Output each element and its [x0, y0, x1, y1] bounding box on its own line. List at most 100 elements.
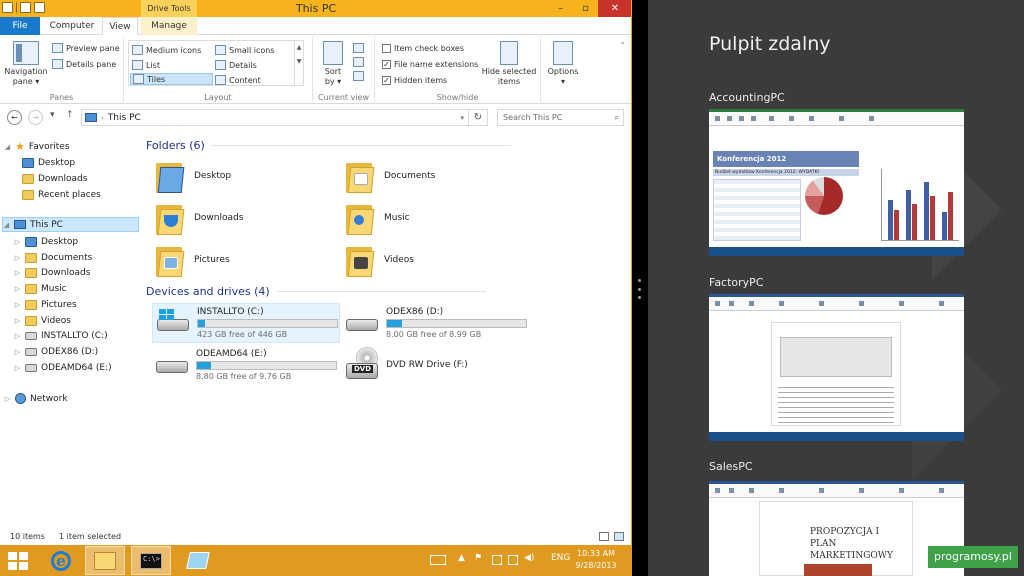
address-field[interactable]: › This PC ▾: [81, 109, 469, 126]
file-name-extensions-toggle[interactable]: ✓ File name extensions: [382, 58, 478, 70]
tab-computer[interactable]: Computer: [44, 17, 100, 35]
folder-tile-downloads[interactable]: Downloads: [156, 199, 243, 237]
collapse-arrow-icon[interactable]: ▷: [4, 395, 11, 403]
layout-tiles[interactable]: Tiles: [130, 73, 213, 85]
close-button[interactable]: ✕: [598, 0, 631, 17]
tree-drive-e[interactable]: ▷ ODEAMD64 (E:): [14, 360, 112, 375]
minimize-button[interactable]: –: [548, 0, 573, 17]
drive-tile-d[interactable]: ODEX86 (D:) 8.00 GB free of 8.99 GB: [342, 303, 530, 343]
file-name-extensions-checkbox[interactable]: ✓: [382, 59, 391, 69]
forward-button[interactable]: →: [28, 110, 43, 125]
tab-file[interactable]: File: [0, 17, 40, 35]
item-check-boxes-checkbox[interactable]: [382, 43, 391, 53]
collapse-arrow-icon[interactable]: ▷: [14, 238, 21, 246]
folder-tile-documents[interactable]: Documents: [346, 157, 435, 195]
collapse-arrow-icon[interactable]: ▷: [14, 348, 21, 356]
tree-favorites-recent-places[interactable]: Recent places: [22, 187, 101, 202]
remote-pc-thumbnail-accounting[interactable]: Konferencja 2012 Budżet wydatków Konfere…: [709, 109, 964, 256]
details-pane-button[interactable]: Details pane: [52, 58, 116, 70]
taskbar-command-prompt[interactable]: C:\>: [131, 546, 171, 575]
preview-pane-button[interactable]: Preview pane: [52, 42, 120, 54]
tree-this-pc-videos[interactable]: ▷ Videos: [14, 313, 71, 328]
collapse-arrow-icon[interactable]: ▷: [14, 285, 21, 293]
size-columns-icon[interactable]: [353, 71, 364, 81]
expand-arrow-icon[interactable]: ◢: [3, 221, 10, 229]
start-button[interactable]: [8, 552, 28, 570]
drive-tile-c[interactable]: INSTALLTO (C:) 423 GB free of 446 GB: [152, 303, 340, 343]
drive-tile-f[interactable]: DVD DVD RW Drive (F:): [342, 345, 530, 385]
clock[interactable]: 10:33 AM 9/28/2013: [566, 548, 626, 572]
ribbon-collapse-icon[interactable]: ⌃: [619, 41, 626, 50]
tree-favorites-desktop[interactable]: Desktop: [22, 155, 75, 170]
network-tray-icon[interactable]: [508, 555, 518, 565]
tree-drive-c[interactable]: ▷ INSTALLTO (C:): [14, 328, 108, 343]
search-input[interactable]: Search This PC ⌕: [497, 109, 624, 126]
tree-this-pc-documents[interactable]: ▷ Documents: [14, 250, 92, 265]
folder-tile-desktop[interactable]: Desktop: [156, 157, 231, 195]
back-button[interactable]: ←: [7, 110, 22, 125]
expand-arrow-icon[interactable]: ◢: [4, 143, 11, 151]
splitter-grip-icon[interactable]: [637, 279, 642, 299]
devices-group-header[interactable]: Devices and drives (4): [146, 285, 486, 298]
layout-content[interactable]: Content: [215, 74, 261, 86]
remote-pc-label-accounting[interactable]: AccountingPC: [709, 91, 785, 104]
refresh-button[interactable]: ↻: [469, 109, 488, 126]
action-center-flag-icon[interactable]: ⚑: [474, 553, 482, 563]
collapse-arrow-icon[interactable]: ▷: [14, 364, 21, 372]
tree-network[interactable]: ▷ Network: [4, 391, 68, 406]
up-arrow-icon[interactable]: ↑: [66, 110, 74, 120]
layout-details[interactable]: Details: [215, 59, 257, 71]
folders-group-header[interactable]: Folders (6): [146, 139, 511, 152]
tree-this-pc-pictures[interactable]: ▷ Pictures: [14, 297, 77, 312]
hidden-items-toggle[interactable]: ✓ Hidden items: [382, 74, 447, 86]
layout-gallery-scroll[interactable]: ▲ ▼: [294, 41, 303, 85]
options-button[interactable]: Options ▾: [545, 41, 581, 87]
layout-list[interactable]: List: [132, 59, 160, 71]
taskbar-remote-desktop[interactable]: [178, 546, 218, 575]
add-columns-icon[interactable]: [353, 57, 364, 67]
remote-pc-label-sales[interactable]: SalesPC: [709, 460, 753, 473]
folder-tile-music[interactable]: Music: [346, 199, 410, 237]
layout-small-icons[interactable]: Small icons: [215, 44, 275, 56]
tree-this-pc-music[interactable]: ▷ Music: [14, 281, 67, 296]
keyboard-icon[interactable]: [430, 555, 446, 565]
tab-manage[interactable]: Manage: [141, 17, 197, 35]
layout-medium-icons[interactable]: Medium icons: [132, 44, 201, 56]
sort-by-button[interactable]: Sort by ▾: [319, 41, 347, 87]
power-icon[interactable]: [492, 555, 502, 565]
breadcrumb[interactable]: This PC: [108, 113, 141, 123]
taskbar-file-explorer[interactable]: [85, 546, 125, 575]
recent-locations-chevron-icon[interactable]: ▾: [50, 110, 55, 120]
remote-pc-thumbnail-factory[interactable]: [709, 294, 964, 441]
hide-selected-items-button[interactable]: Hide selected items: [481, 41, 537, 87]
collapse-arrow-icon[interactable]: ▷: [14, 332, 21, 340]
collapse-arrow-icon[interactable]: ▷: [14, 254, 21, 262]
navigation-pane-button[interactable]: Navigation pane ▾: [3, 41, 49, 87]
folder-tile-pictures[interactable]: Pictures: [156, 241, 230, 279]
tab-view[interactable]: View: [102, 17, 138, 36]
tree-this-pc[interactable]: ◢ This PC: [2, 217, 139, 232]
maximize-button[interactable]: ▫: [573, 0, 598, 17]
taskbar-internet-explorer[interactable]: e: [41, 546, 81, 575]
tree-drive-d[interactable]: ▷ ODEX86 (D:): [14, 344, 98, 359]
collapse-arrow-icon[interactable]: ▷: [14, 269, 21, 277]
item-check-boxes-toggle[interactable]: Item check boxes: [382, 42, 464, 54]
drive-tile-e[interactable]: ODEAMD64 (E:) 8.80 GB free of 9.76 GB: [152, 345, 340, 385]
breadcrumb-chevron-icon[interactable]: ›: [101, 114, 104, 122]
address-dropdown-icon[interactable]: ▾: [460, 114, 464, 122]
folder-tile-videos[interactable]: Videos: [346, 241, 414, 279]
collapse-arrow-icon[interactable]: ▷: [14, 317, 21, 325]
tree-this-pc-desktop[interactable]: ▷ Desktop: [14, 234, 78, 249]
hidden-items-checkbox[interactable]: ✓: [382, 75, 391, 85]
tree-favorites-downloads[interactable]: Downloads: [22, 171, 87, 186]
tree-favorites[interactable]: ◢ ★ Favorites: [4, 139, 70, 154]
remote-pc-label-factory[interactable]: FactoryPC: [709, 276, 764, 289]
volume-icon[interactable]: ◀): [524, 553, 534, 563]
remote-pc-thumbnail-sales[interactable]: PROPOZYCJA I PLAN MARKETINGOWY: [709, 481, 964, 576]
large-icons-view-icon[interactable]: [614, 532, 624, 541]
title-bar[interactable]: Drive Tools This PC – ▫ ✕: [0, 0, 631, 17]
group-by-icon[interactable]: [353, 43, 364, 53]
tray-show-hidden-icon[interactable]: ▲: [458, 553, 465, 563]
details-view-icon[interactable]: [599, 532, 609, 541]
tree-this-pc-downloads[interactable]: ▷ Downloads: [14, 265, 90, 280]
